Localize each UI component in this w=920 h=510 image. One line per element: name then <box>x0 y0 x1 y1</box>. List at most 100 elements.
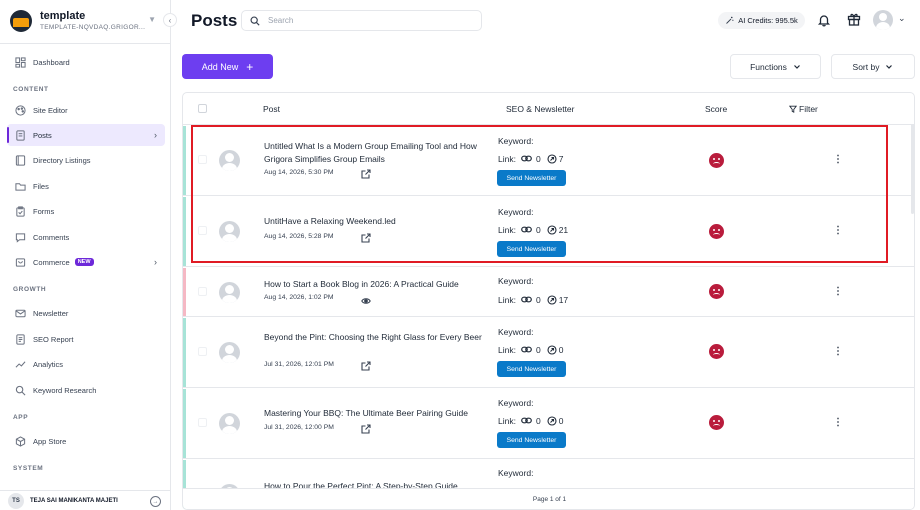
link-stats: Link: 0 7 <box>498 153 563 164</box>
link-label: Link: <box>498 224 516 235</box>
sidebar-item-app-store[interactable]: App Store <box>7 430 165 452</box>
more-options-icon[interactable]: ⋮ <box>833 155 843 165</box>
search-input[interactable] <box>268 16 468 25</box>
ai-credits-badge[interactable]: AI Credits: 995.5k <box>718 12 805 29</box>
site-switcher[interactable]: template TEMPLATE-NQVDAQ.GRIGOR... ▼ <box>10 8 160 34</box>
send-newsletter-button[interactable]: Send Newsletter <box>497 170 566 186</box>
send-newsletter-button[interactable]: Send Newsletter <box>497 241 566 257</box>
eye-icon[interactable] <box>361 293 371 304</box>
report-icon <box>15 333 26 345</box>
link-label: Link: <box>498 153 516 164</box>
sidebar-item-label: Analytics <box>33 359 64 369</box>
column-header-seo: SEO & Newsletter <box>506 104 575 114</box>
mail-icon <box>15 308 26 319</box>
sidebar-item-site-editor[interactable]: Site Editor <box>7 99 165 121</box>
sidebar-item-posts[interactable]: Posts › <box>7 124 165 146</box>
table-row[interactable]: How to Start a Book Blog in 2026: A Prac… <box>183 268 914 317</box>
directory-icon <box>15 154 26 166</box>
functions-dropdown[interactable]: Functions <box>730 54 821 79</box>
post-thumbnail <box>219 150 240 171</box>
row-checkbox[interactable] <box>198 287 207 296</box>
link-count: 0 <box>535 153 541 164</box>
row-checkbox[interactable] <box>198 418 207 427</box>
post-title[interactable]: How to Start a Book Blog in 2026: A Prac… <box>264 278 484 291</box>
scrollbar[interactable] <box>911 124 914 214</box>
post-date: Jul 31, 2026, 12:00 PM <box>264 424 334 431</box>
send-newsletter-button[interactable]: Send Newsletter <box>497 432 566 448</box>
table-row[interactable]: UntitHave a Relaxing Weekend.led Aug 14,… <box>183 197 914 267</box>
search-icon <box>250 15 260 26</box>
send-newsletter-button[interactable]: Send Newsletter <box>497 361 566 377</box>
sidebar-item-label: Forms <box>33 206 55 216</box>
select-all-checkbox[interactable] <box>198 104 207 113</box>
link-label: Link: <box>498 415 516 426</box>
keyword-label: Keyword: <box>498 327 534 337</box>
page-title: Posts <box>191 11 238 30</box>
chevron-down-icon[interactable]: ⌄ <box>898 13 906 24</box>
row-checkbox[interactable] <box>198 155 207 164</box>
sidebar-item-commerce[interactable]: Commerce NEW › <box>7 251 165 273</box>
more-options-icon[interactable]: ⋮ <box>833 287 843 297</box>
row-status-accent <box>183 197 186 266</box>
analytics-icon <box>15 359 26 370</box>
user-avatar[interactable] <box>873 10 893 30</box>
gift-icon[interactable] <box>846 11 862 27</box>
collapse-sidebar-button[interactable]: ‹ <box>163 13 177 27</box>
shop-icon <box>15 257 26 268</box>
more-options-icon[interactable]: ⋮ <box>833 418 843 428</box>
external-link-icon[interactable] <box>361 421 371 434</box>
table-row[interactable]: Mastering Your BBQ: The Ultimate Beer Pa… <box>183 389 914 459</box>
sort-by-dropdown[interactable]: Sort by <box>831 54 915 79</box>
sidebar-item-files[interactable]: Files <box>7 175 165 197</box>
column-header-post: Post <box>263 104 281 114</box>
backlink-icon <box>547 153 557 164</box>
bell-icon[interactable] <box>816 12 832 28</box>
row-checkbox[interactable] <box>198 226 207 235</box>
post-title[interactable]: Untitled What Is a Modern Group Emailing… <box>264 140 484 166</box>
external-link-icon[interactable] <box>361 358 371 371</box>
post-date: Aug 14, 2026, 5:28 PM <box>264 233 334 240</box>
external-link-icon[interactable] <box>361 230 371 243</box>
functions-label: Functions <box>750 61 787 72</box>
backlink-icon <box>547 344 557 355</box>
sidebar-item-keyword-research[interactable]: Keyword Research <box>7 379 165 401</box>
dashboard-icon <box>15 56 26 68</box>
chevron-right-icon: › <box>154 257 157 267</box>
row-checkbox[interactable] <box>198 347 207 356</box>
post-title[interactable]: UntitHave a Relaxing Weekend.led <box>264 215 484 228</box>
search-bar[interactable] <box>241 10 482 31</box>
link-icon <box>521 296 532 303</box>
link-count: 0 <box>535 415 541 426</box>
sidebar-item-label: Newsletter <box>33 308 69 318</box>
post-title[interactable]: Mastering Your BBQ: The Ultimate Beer Pa… <box>264 407 484 420</box>
new-badge: NEW <box>74 258 94 266</box>
more-options-icon[interactable]: ⋮ <box>833 347 843 357</box>
post-thumbnail <box>219 221 240 242</box>
keyword-label: Keyword: <box>498 276 534 286</box>
pagination: Page 1 of 1 <box>183 488 914 509</box>
sidebar-item-newsletter[interactable]: Newsletter <box>7 302 165 324</box>
table-row[interactable]: Beyond the Pint: Choosing the Right Glas… <box>183 318 914 388</box>
sidebar-item-analytics[interactable]: Analytics <box>7 353 165 375</box>
sidebar-item-dashboard[interactable]: Dashboard <box>7 51 165 73</box>
filter-button[interactable]: Filter <box>789 104 818 114</box>
sidebar-item-comments[interactable]: Comments <box>7 226 165 248</box>
table-row[interactable]: Untitled What Is a Modern Group Emailing… <box>183 126 914 196</box>
section-label-growth: GROWTH <box>13 286 47 293</box>
posts-icon <box>15 129 26 141</box>
sidebar-item-forms[interactable]: Forms <box>7 200 165 222</box>
sad-face-icon <box>709 344 724 359</box>
user-profile[interactable]: TS TEJA SAI MANIKANTA MAJETI → <box>0 490 171 510</box>
external-link-icon[interactable] <box>361 166 371 179</box>
more-options-icon[interactable]: ⋮ <box>833 226 843 236</box>
sidebar-item-seo-report[interactable]: SEO Report <box>7 328 165 350</box>
add-new-button[interactable]: Add New + <box>182 54 273 79</box>
sidebar-item-directory-listings[interactable]: Directory Listings <box>7 149 165 171</box>
post-title[interactable]: Beyond the Pint: Choosing the Right Glas… <box>264 331 484 344</box>
table-header: Post SEO & Newsletter Score Filter <box>183 93 914 125</box>
logout-icon[interactable]: → <box>150 496 161 507</box>
post-date: Jul 31, 2026, 12:01 PM <box>264 361 334 368</box>
palette-icon <box>15 104 26 116</box>
site-domain: TEMPLATE-NQVDAQ.GRIGOR... <box>40 23 146 31</box>
filter-icon <box>789 105 797 113</box>
